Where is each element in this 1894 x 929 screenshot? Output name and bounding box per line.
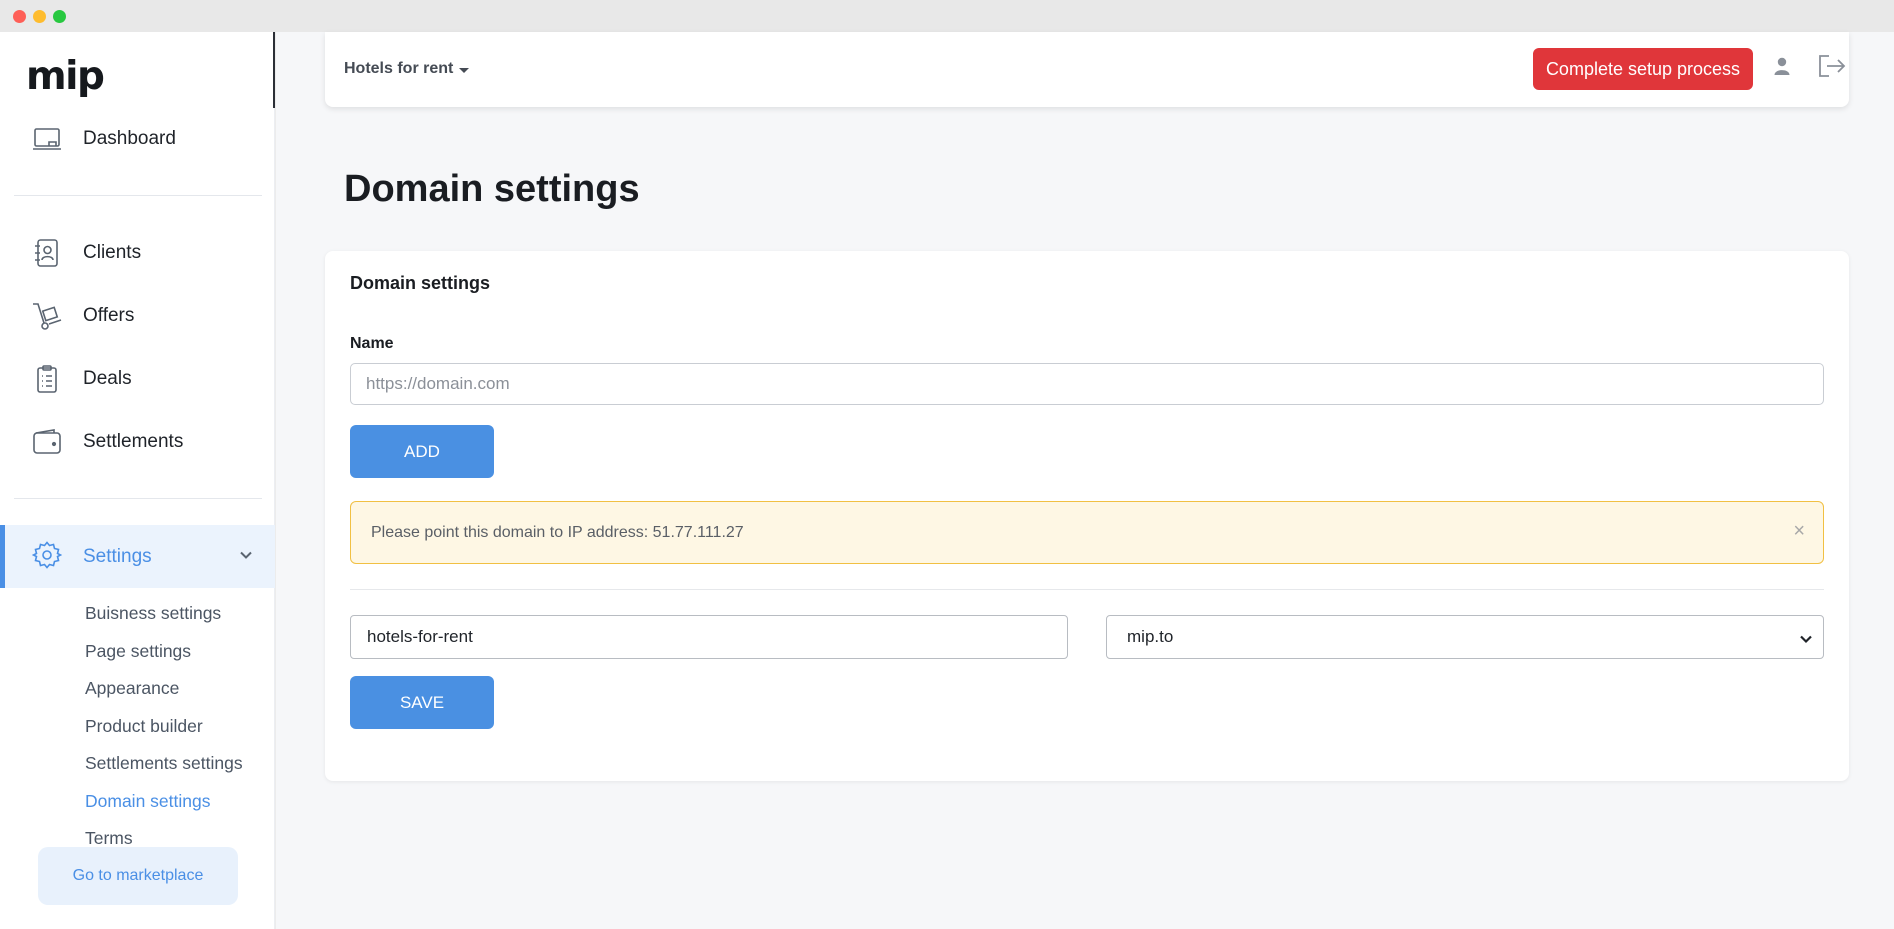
sidebar-subitem-settlements-settings[interactable]: Settlements settings: [85, 753, 243, 774]
sidebar-item-label: Deals: [83, 368, 132, 389]
name-label: Name: [350, 335, 394, 352]
domain-select[interactable]: mip.to: [1106, 615, 1824, 659]
sidebar-subitem-product-builder[interactable]: Product builder: [85, 716, 203, 737]
close-window-button[interactable]: [13, 10, 26, 23]
domain-select-value: mip.to: [1127, 627, 1174, 646]
card-title: Domain settings: [350, 273, 491, 293]
sidebar-item-settlements[interactable]: Settlements: [0, 417, 275, 467]
workspace-switcher[interactable]: Hotels for rent: [344, 60, 470, 78]
chevron-down-icon: [1799, 631, 1813, 645]
sidebar: mip Dashboard Clients Offers Deals Settl…: [0, 32, 275, 929]
close-icon[interactable]: ×: [1793, 520, 1805, 543]
sidebar-subitem-business-settings[interactable]: Buisness settings: [85, 603, 221, 624]
hand-truck-icon: [32, 302, 62, 330]
main-content: Hotels for rent Complete setup process D…: [276, 32, 1894, 929]
chevron-down-icon[interactable]: [239, 548, 253, 562]
user-profile-icon[interactable]: [1772, 56, 1792, 76]
window-titlebar: [0, 0, 1894, 32]
sidebar-subitem-appearance[interactable]: Appearance: [85, 678, 179, 699]
sidebar-item-label: Clients: [83, 242, 142, 263]
sidebar-subitem-page-settings[interactable]: Page settings: [85, 641, 191, 662]
caret-down-icon: [459, 67, 470, 73]
laptop-icon: [32, 125, 62, 153]
sidebar-subitem-terms[interactable]: Terms: [85, 828, 133, 849]
workspace-name: Hotels for rent: [344, 60, 454, 77]
sidebar-item-clients[interactable]: Clients: [0, 228, 275, 278]
alert-message: Please point this domain to IP address: …: [371, 524, 744, 541]
sidebar-item-offers[interactable]: Offers: [0, 291, 275, 341]
sidebar-item-label: Settings: [83, 545, 152, 567]
sidebar-divider: [14, 498, 262, 499]
sidebar-divider-line: [273, 32, 275, 108]
ip-address-alert: Please point this domain to IP address: …: [350, 501, 1824, 564]
wallet-icon: [32, 428, 62, 456]
sidebar-item-label: Offers: [83, 305, 135, 326]
gear-icon: [31, 541, 63, 569]
add-domain-button[interactable]: ADD: [350, 425, 494, 478]
minimize-window-button[interactable]: [33, 10, 46, 23]
domain-settings-card: Domain settings Name ADD Please point th…: [325, 251, 1849, 781]
complete-setup-button[interactable]: Complete setup process: [1533, 48, 1753, 90]
sidebar-item-dashboard[interactable]: Dashboard: [0, 114, 275, 164]
save-button[interactable]: SAVE: [350, 676, 494, 729]
sidebar-subitem-domain-settings[interactable]: Domain settings: [85, 791, 210, 812]
sidebar-divider: [14, 195, 262, 196]
go-to-marketplace-button[interactable]: Go to marketplace: [38, 847, 238, 905]
app-logo[interactable]: mip: [26, 54, 105, 99]
sidebar-item-label: Dashboard: [83, 128, 176, 149]
contact-book-icon: [32, 239, 62, 267]
domain-name-input[interactable]: [350, 363, 1824, 405]
maximize-window-button[interactable]: [53, 10, 66, 23]
page-title: Domain settings: [344, 168, 640, 210]
sidebar-item-label: Settlements: [83, 431, 184, 452]
top-bar: Hotels for rent Complete setup process: [325, 32, 1849, 107]
section-divider: [350, 589, 1824, 590]
clipboard-list-icon: [32, 365, 62, 393]
sidebar-item-deals[interactable]: Deals: [0, 354, 275, 404]
sidebar-item-settings[interactable]: Settings: [0, 525, 275, 588]
logout-icon[interactable]: [1817, 54, 1847, 78]
subdomain-input[interactable]: [350, 615, 1068, 659]
